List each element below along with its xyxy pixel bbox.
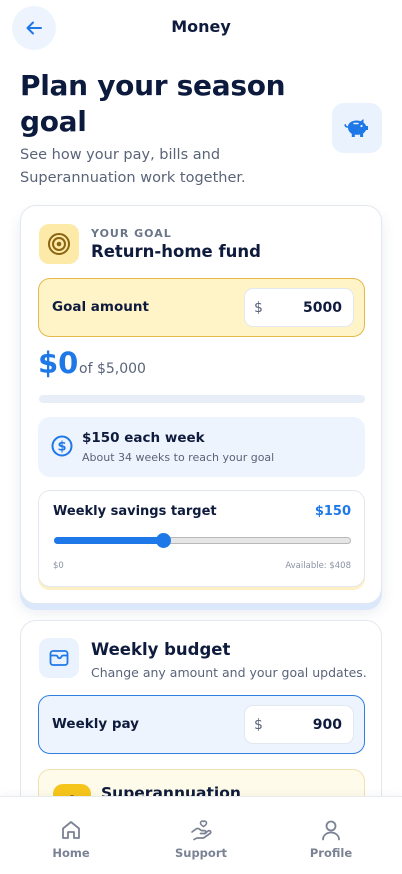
header-title: Money — [171, 17, 231, 36]
wallet-icon — [49, 650, 69, 666]
slider-label: Weekly savings target — [53, 504, 217, 519]
slider-value: $150 — [314, 504, 351, 519]
weekly-savings-slider-box: Weekly savings target $150 $0 Available:… — [38, 490, 365, 587]
slider-thumb[interactable] — [156, 533, 172, 548]
nav-label-home: Home — [52, 846, 90, 860]
goal-progress-bar — [39, 395, 365, 403]
saved-amount: $0 — [38, 346, 79, 380]
svg-text:$: $ — [57, 440, 66, 455]
saved-of-total: of $5,000 — [79, 361, 146, 377]
weekly-savings-info: $ $150 each week About 34 weeks to reach… — [38, 417, 365, 477]
nav-item-home[interactable]: Home — [4, 797, 138, 874]
nav-label-profile: Profile — [309, 846, 353, 860]
piggy-bank-icon — [344, 119, 368, 137]
nav-label-support: Support — [174, 846, 227, 860]
goal-amount-label: Goal amount — [52, 299, 149, 315]
piggy-bank-button[interactable] — [332, 103, 382, 153]
nav-item-support[interactable]: Support — [134, 797, 268, 874]
slider-min-label: $0 — [53, 561, 64, 571]
page-title: Plan your season goal — [20, 69, 286, 138]
nav-item-profile[interactable]: Profile — [264, 797, 398, 874]
goal-icon-tile — [39, 224, 79, 264]
budget-subtitle: Change any amount and your goal updates. — [91, 665, 367, 680]
currency-symbol: $ — [254, 300, 263, 316]
currency-symbol: $ — [254, 717, 263, 733]
weekly-amount-title: $150 each week — [82, 430, 205, 446]
budget-icon-tile — [39, 638, 79, 678]
weekly-pay-row: Weekly pay $ 900 — [38, 695, 365, 754]
slider-fill — [54, 537, 163, 544]
goal-amount-row: Goal amount $ 5000 — [38, 278, 365, 337]
goal-eyebrow: YOUR GOAL — [91, 227, 172, 240]
weekly-pay-value: 900 — [312, 717, 342, 733]
slider-max-label: Available: $408 — [285, 561, 351, 571]
weekly-pay-input[interactable]: $ 900 — [244, 705, 354, 744]
dollar-coin-icon: $ — [51, 435, 73, 457]
goal-amount-input[interactable]: $ 5000 — [244, 288, 354, 327]
top-bar: Money — [0, 0, 402, 56]
goal-amount-value: 5000 — [303, 300, 342, 316]
budget-title: Weekly budget — [91, 640, 231, 659]
weekly-timeline-text: About 34 weeks to reach your goal — [82, 451, 275, 464]
bottom-nav: Home Support Profile — [0, 796, 402, 874]
weekly-pay-label: Weekly pay — [52, 716, 139, 732]
target-icon — [48, 233, 70, 255]
support-hand-icon — [191, 820, 212, 841]
weekly-savings-slider[interactable] — [54, 533, 351, 548]
home-icon — [62, 821, 80, 839]
page-subtitle: See how your pay, bills and Superannuati… — [20, 147, 246, 186]
goal-name: Return-home fund — [91, 242, 261, 261]
profile-icon — [322, 820, 340, 841]
goal-card: YOUR GOAL Return-home fund Goal amount $… — [20, 205, 382, 604]
